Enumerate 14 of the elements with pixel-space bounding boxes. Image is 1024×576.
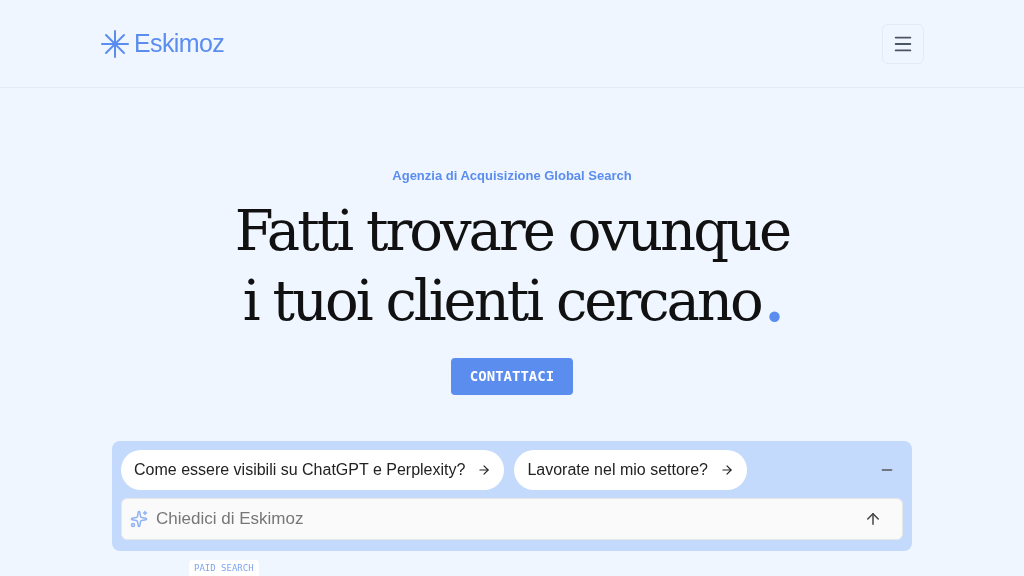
headline-line: Fatti trovare ovunque xyxy=(234,196,790,265)
arrow-right-icon xyxy=(477,462,492,477)
arrow-right-icon xyxy=(719,462,734,477)
chat-input-field[interactable]: Chiedici di Eskimoz xyxy=(156,505,856,532)
suggestion-chip[interactable]: Come essere visibili su ChatGPT e Perplexity? xyxy=(121,449,505,490)
tag-label: PAID SEARCH xyxy=(189,559,259,576)
eyebrow-text: Agenzia di Acquisizione Global Search xyxy=(392,167,632,185)
accent-dot: . xyxy=(764,266,782,336)
menu-button[interactable] xyxy=(882,23,924,64)
headline-line: i tuoi clienti cercano xyxy=(242,266,761,335)
sparkle-icon xyxy=(130,509,148,528)
asterisk-logo-icon xyxy=(100,28,130,59)
chat-input[interactable]: Chiedici di Eskimoz xyxy=(121,497,903,540)
suggestion-chip[interactable]: Lavorate nel mio settore? xyxy=(514,449,747,490)
